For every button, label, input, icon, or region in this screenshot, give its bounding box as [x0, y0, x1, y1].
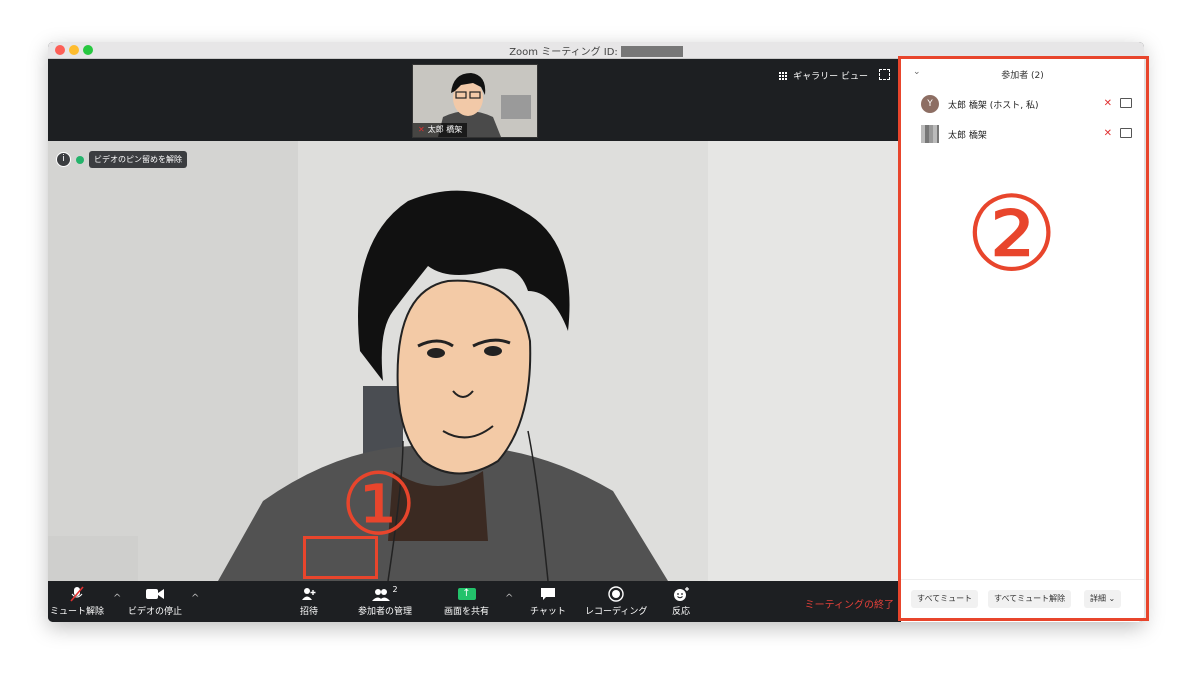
- redacted-meeting-id: [620, 46, 683, 57]
- chat-button[interactable]: チャット: [530, 585, 566, 617]
- share-screen-icon: ↑: [457, 588, 476, 600]
- manage-participants-label: 参加者の管理: [358, 607, 413, 617]
- muted-mic-icon: ✕: [418, 125, 425, 134]
- main-video: i ビデオのピン留めを解除: [48, 141, 898, 581]
- gallery-view-button[interactable]: ギャラリー ビュー: [779, 69, 868, 82]
- share-screen-label: 画面を共有: [444, 607, 490, 617]
- share-options-chevron-icon[interactable]: ^: [505, 593, 513, 604]
- participants-icon: 2: [372, 584, 398, 603]
- window-title-text: Zoom ミーティング ID:: [509, 47, 618, 58]
- mic-muted-icon: [70, 585, 84, 603]
- record-icon: [608, 585, 624, 603]
- add-person-icon: [301, 585, 317, 603]
- speaker-video-frame: [48, 141, 898, 581]
- smiley-icon: [672, 585, 690, 603]
- info-icon[interactable]: i: [56, 152, 71, 167]
- participant-count-badge: 2: [392, 584, 398, 594]
- encryption-status-icon: [76, 155, 84, 164]
- participant-thumbnail[interactable]: ✕ 太郎 橋架: [412, 64, 538, 138]
- stop-video-button[interactable]: ビデオの停止: [128, 585, 182, 617]
- unmute-label: ミュート解除: [50, 607, 105, 617]
- share-screen-icon-wrap: ↑: [457, 585, 476, 603]
- grid-icon: [779, 71, 788, 80]
- audio-options-chevron-icon[interactable]: ^: [113, 593, 121, 604]
- thumbnail-name-tag: ✕ 太郎 橋架: [413, 123, 468, 137]
- annotation-marker-2: ②: [965, 173, 1059, 295]
- video-camera-icon: [146, 585, 164, 603]
- thumbnail-name: 太郎 橋架: [427, 125, 463, 134]
- thumbnail-strip: ✕ 太郎 橋架 ギャラリー ビュー: [48, 59, 898, 141]
- chat-bubble-icon: [540, 585, 556, 603]
- participants-panel-highlight: [898, 56, 1149, 621]
- gallery-view-label: ギャラリー ビュー: [793, 72, 868, 82]
- stop-video-label: ビデオの停止: [128, 607, 183, 617]
- meeting-toolbar: ミュート解除 ^ ビデオの停止 ^ 招待 2 参加者の管理 ↑ 画面を共有 ^ …: [48, 581, 898, 622]
- unmute-button[interactable]: ミュート解除: [50, 585, 104, 617]
- chat-label: チャット: [530, 607, 566, 617]
- end-meeting-button[interactable]: ミーティングの終了: [805, 596, 894, 611]
- share-screen-button[interactable]: ↑ 画面を共有: [444, 585, 489, 617]
- unpin-video-button[interactable]: ビデオのピン留めを解除: [89, 151, 187, 168]
- reactions-label: 反応: [672, 607, 691, 617]
- recording-label: レコーディング: [585, 607, 648, 617]
- pin-controls: i ビデオのピン留めを解除: [56, 151, 187, 168]
- recording-button[interactable]: レコーディング: [585, 585, 647, 617]
- invite-button[interactable]: 招待: [300, 585, 318, 617]
- manage-participants-button[interactable]: 2 参加者の管理: [358, 584, 413, 618]
- fullscreen-icon[interactable]: [879, 69, 890, 80]
- video-options-chevron-icon[interactable]: ^: [191, 593, 199, 604]
- invite-label: 招待: [300, 607, 319, 617]
- reactions-button[interactable]: 反応: [672, 585, 690, 617]
- annotation-marker-1: ①: [340, 455, 418, 555]
